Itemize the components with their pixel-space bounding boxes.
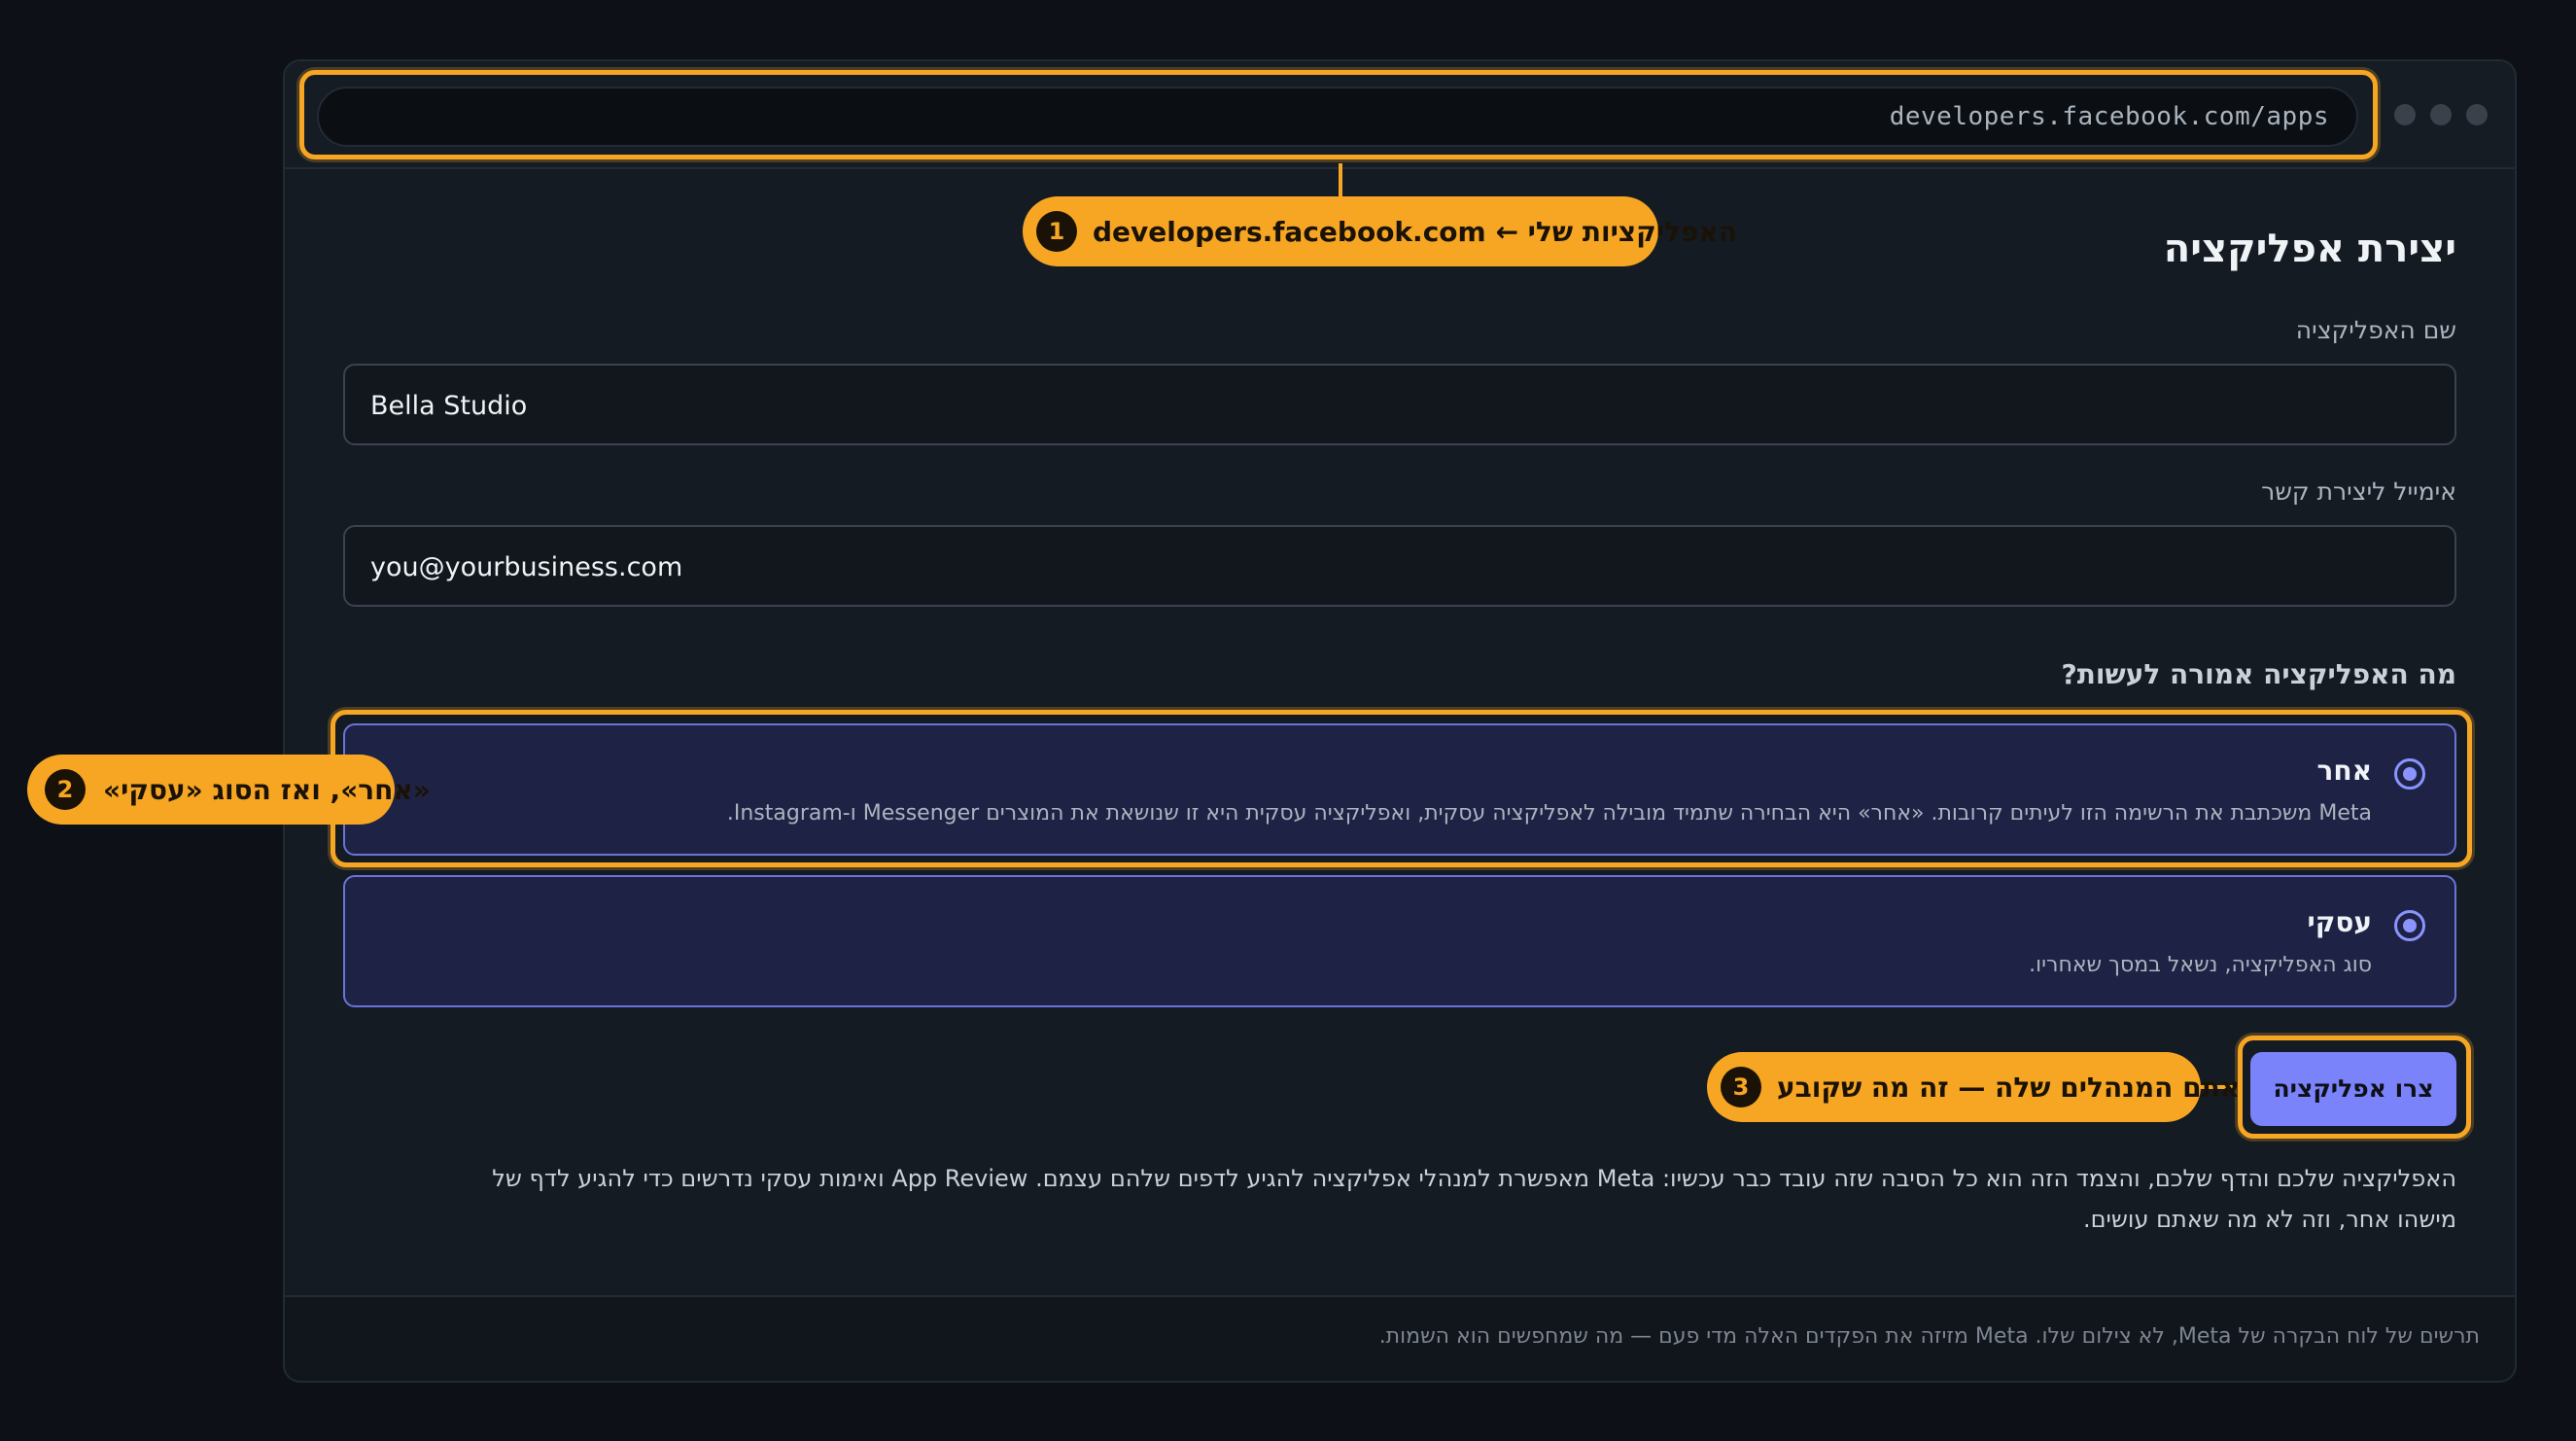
email-input[interactable]: you@yourbusiness.com xyxy=(343,525,2456,607)
highlight-option-other xyxy=(331,710,2472,867)
email-label: אימייל ליצירת קשר xyxy=(2261,477,2456,506)
footer-disclaimer: תרשים של לוח הבקרה של Meta, לא צילום שלו… xyxy=(1378,1324,2480,1349)
app-name-input[interactable]: Bella Studio xyxy=(343,364,2456,445)
explanation-note: האפליקציה שלכם והדף שלכם, והצמד הזה הוא … xyxy=(492,1165,2456,1233)
step-badge: 2 xyxy=(45,769,86,810)
page-title: יצירת אפליקציה xyxy=(2163,227,2456,271)
step-badge: 3 xyxy=(1721,1067,1761,1107)
callout-text: האפליקציות שלי ← developers.facebook.com xyxy=(1093,215,1737,248)
window-dot-icon xyxy=(2394,104,2416,125)
connector-line xyxy=(1339,163,1342,198)
footer: תרשים של לוח הבקרה של Meta, לא צילום שלו… xyxy=(285,1295,2515,1381)
callout-text: אתם המנהלים שלה — זה מה שקובע xyxy=(1777,1071,2241,1104)
callout-2: 2 «אחר», ואז הסוג «עסקי» xyxy=(27,755,431,825)
callout-1: 1 האפליקציות שלי ← developers.facebook.c… xyxy=(1023,196,1737,266)
highlight-create-button xyxy=(2238,1036,2471,1139)
email-value: you@yourbusiness.com xyxy=(370,552,683,582)
option-title: עסקי xyxy=(2307,906,2372,938)
step-badge: 1 xyxy=(1036,211,1077,252)
callout-text: «אחר», ואז הסוג «עסקי» xyxy=(103,773,431,806)
purpose-question: מה האפליקציה אמורה לעשות? xyxy=(2061,658,2457,690)
window-dot-icon xyxy=(2430,104,2452,125)
callout-3: 3 אתם המנהלים שלה — זה מה שקובע xyxy=(1707,1052,2240,1122)
app-name-label: שם האפליקציה xyxy=(2295,316,2456,344)
highlight-address-bar xyxy=(299,70,2378,159)
option-description: סוג האפליקציה, נשאל במסך שאחריו. xyxy=(2029,953,2372,977)
option-business[interactable]: עסקי סוג האפליקציה, נשאל במסך שאחריו. xyxy=(343,875,2456,1007)
app-name-value: Bella Studio xyxy=(370,391,528,421)
window-dot-icon xyxy=(2466,104,2488,125)
radio-icon[interactable] xyxy=(2394,910,2425,941)
